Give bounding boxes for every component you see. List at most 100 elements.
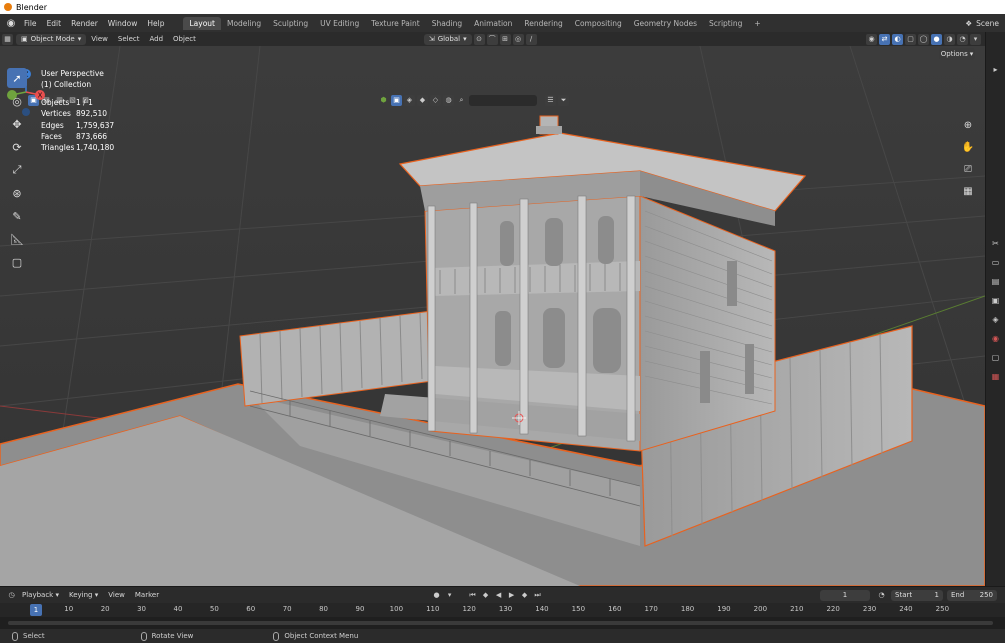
timeline-tick: 100 — [389, 605, 404, 613]
empty-filter-icon[interactable]: ◍ — [443, 94, 454, 106]
tab-texture-paint[interactable]: Texture Paint — [365, 17, 425, 30]
timeline-scrollbar[interactable] — [8, 621, 993, 625]
tool-properties-icon[interactable]: ✂ — [989, 236, 1003, 250]
jump-start-icon[interactable]: ⏮ — [467, 590, 478, 601]
proportional-falloff-icon[interactable]: ∕ — [525, 33, 537, 45]
overlay-toggle-icon[interactable]: ◐ — [892, 33, 903, 45]
render-properties-icon[interactable]: ▭ — [989, 255, 1003, 269]
scale-tool-icon[interactable]: ⤢ — [7, 160, 27, 180]
shading-options-icon[interactable]: ▾ — [970, 33, 981, 45]
menu-window[interactable]: Window — [103, 19, 143, 28]
mode-dropdown[interactable]: ▣ Object Mode ▾ — [16, 33, 87, 45]
add-workspace-icon[interactable]: + — [748, 17, 766, 30]
tab-sculpting[interactable]: Sculpting — [267, 17, 314, 30]
menu-file[interactable]: File — [19, 19, 42, 28]
menu-help[interactable]: Help — [142, 19, 169, 28]
world-properties-icon[interactable]: ◉ — [989, 331, 1003, 345]
perspective-grid-icon[interactable]: ▦ — [960, 186, 976, 202]
timeline-editor-type-icon[interactable]: ◷ — [6, 590, 17, 601]
material-shading-icon[interactable]: ◑ — [944, 33, 955, 45]
zoom-icon[interactable]: ⊕ — [960, 120, 976, 136]
camera-filter-icon[interactable]: ◇ — [430, 94, 441, 106]
output-properties-icon[interactable]: ▤ — [989, 274, 1003, 288]
end-frame-field[interactable]: End 250 — [947, 589, 997, 601]
filter-icon[interactable]: ⏷ — [558, 94, 569, 106]
snap-target-icon[interactable]: ⊞ — [499, 33, 511, 45]
tab-animation[interactable]: Animation — [468, 17, 518, 30]
timeline-menu-marker[interactable]: Marker — [130, 591, 164, 599]
wireframe-shading-icon[interactable]: ◯ — [918, 33, 929, 45]
tab-uv-editing[interactable]: UV Editing — [314, 17, 365, 30]
rotate-tool-icon[interactable]: ⟳ — [7, 137, 27, 157]
solid-shading-icon[interactable]: ● — [931, 33, 942, 45]
tab-layout[interactable]: Layout — [183, 16, 221, 30]
pivot-icon[interactable]: ⊙ — [473, 33, 485, 45]
timeline-menu-keying[interactable]: Keying ▾ — [64, 591, 103, 599]
transform-tool-icon[interactable]: ⊛ — [7, 183, 27, 203]
texture-properties-icon[interactable]: ▦ — [989, 369, 1003, 383]
play-icon[interactable]: ▶ — [506, 590, 517, 601]
select-tool-icon[interactable]: ➚ — [7, 68, 27, 88]
tab-compositing[interactable]: Compositing — [569, 17, 628, 30]
start-frame-field[interactable]: Start 1 — [891, 589, 943, 601]
collection-properties-icon[interactable]: ▢ — [989, 350, 1003, 364]
timeline-menu-playback[interactable]: Playback ▾ — [17, 591, 64, 599]
blender-menu-icon[interactable]: ◉ — [3, 18, 19, 29]
snap-icon[interactable]: ⌒ — [486, 33, 498, 45]
editor-type-icon[interactable]: ▦ — [2, 33, 13, 45]
jump-end-icon[interactable]: ⏭ — [532, 590, 543, 601]
add-cube-tool-icon[interactable]: ▢ — [7, 252, 27, 272]
annotate-tool-icon[interactable]: ✎ — [7, 206, 27, 226]
timeline-menu-view[interactable]: View — [103, 591, 130, 599]
current-frame-field[interactable]: 1 — [820, 589, 870, 601]
pan-hand-icon[interactable]: ✋ — [960, 142, 976, 158]
tab-modeling[interactable]: Modeling — [221, 17, 267, 30]
gizmo-toggle-icon[interactable]: ⇄ — [879, 33, 890, 45]
light-filter-icon[interactable]: ◆ — [417, 94, 428, 106]
move-tool-icon[interactable]: ✥ — [7, 114, 27, 134]
mesh-filter-icon[interactable]: ◈ — [404, 94, 415, 106]
menu-render[interactable]: Render — [66, 19, 103, 28]
menu-edit[interactable]: Edit — [42, 19, 67, 28]
mouse-right-icon — [273, 631, 280, 641]
cursor-tool-icon[interactable]: ◎ — [7, 91, 27, 111]
header-menu-object[interactable]: Object — [168, 35, 201, 43]
header-menu-select[interactable]: Select — [113, 35, 145, 43]
sort-icon[interactable]: ☰ — [545, 94, 556, 106]
visibility-icon[interactable]: ◉ — [866, 33, 877, 45]
measure-tool-icon[interactable]: 📐︎ — [7, 229, 27, 249]
outliner-collapse-icon[interactable]: ▸ — [989, 62, 1003, 76]
tab-scripting[interactable]: Scripting — [703, 17, 748, 30]
status-select-label: Select — [23, 632, 45, 640]
scene-properties-icon[interactable]: ◈ — [989, 312, 1003, 326]
preview-range-icon[interactable]: ◔ — [876, 590, 887, 601]
next-keyframe-icon[interactable]: ◆ — [519, 590, 530, 601]
options-button[interactable]: Options ▾ — [939, 48, 975, 60]
object-filter-icon[interactable]: ▣ — [391, 94, 402, 106]
window-title: Blender — [16, 2, 47, 12]
view-layer-icon[interactable]: ▣ — [989, 293, 1003, 307]
3d-viewport[interactable]: ▣ ▤ ▥ ▧ ▨ ⬢ ▣ ◈ ◆ ◇ ◍ ⌕ ☰ ⏷ User Perspec… — [0, 46, 985, 586]
viewport-search-icon[interactable]: ⌕ — [456, 95, 467, 106]
tab-shading[interactable]: Shading — [426, 17, 468, 30]
transform-orientation-dropdown[interactable]: ⇲ Global ▾ — [423, 33, 472, 45]
header-menu-add[interactable]: Add — [144, 35, 168, 43]
timeline-tick: 170 — [644, 605, 658, 613]
proportional-edit-icon[interactable]: ◎ — [512, 33, 524, 45]
tab-rendering[interactable]: Rendering — [518, 17, 568, 30]
tab-geometry-nodes[interactable]: Geometry Nodes — [628, 17, 703, 30]
playhead[interactable]: 1 — [30, 604, 42, 616]
chevron-down-icon: ▾ — [463, 35, 467, 43]
prev-keyframe-icon[interactable]: ◆ — [480, 590, 491, 601]
header-menu-view[interactable]: View — [86, 35, 113, 43]
rendered-shading-icon[interactable]: ◔ — [957, 33, 968, 45]
record-icon[interactable]: ● — [431, 590, 442, 601]
object-types-icon[interactable]: ⬢ — [378, 95, 389, 106]
xray-icon[interactable]: ▢ — [905, 33, 916, 45]
viewport-search-input[interactable] — [469, 94, 537, 106]
scene-selector[interactable]: ❖ Scene — [965, 19, 1005, 28]
play-reverse-icon[interactable]: ◀ — [493, 590, 504, 601]
keying-set-icon[interactable]: ▾ — [444, 590, 455, 601]
timeline-ruler[interactable]: 1 10 20 30 40 50 60 70 80 90 100 110 120 130 140 150 16… — [0, 603, 1005, 617]
camera-view-icon[interactable]: ⎚ — [960, 164, 976, 180]
